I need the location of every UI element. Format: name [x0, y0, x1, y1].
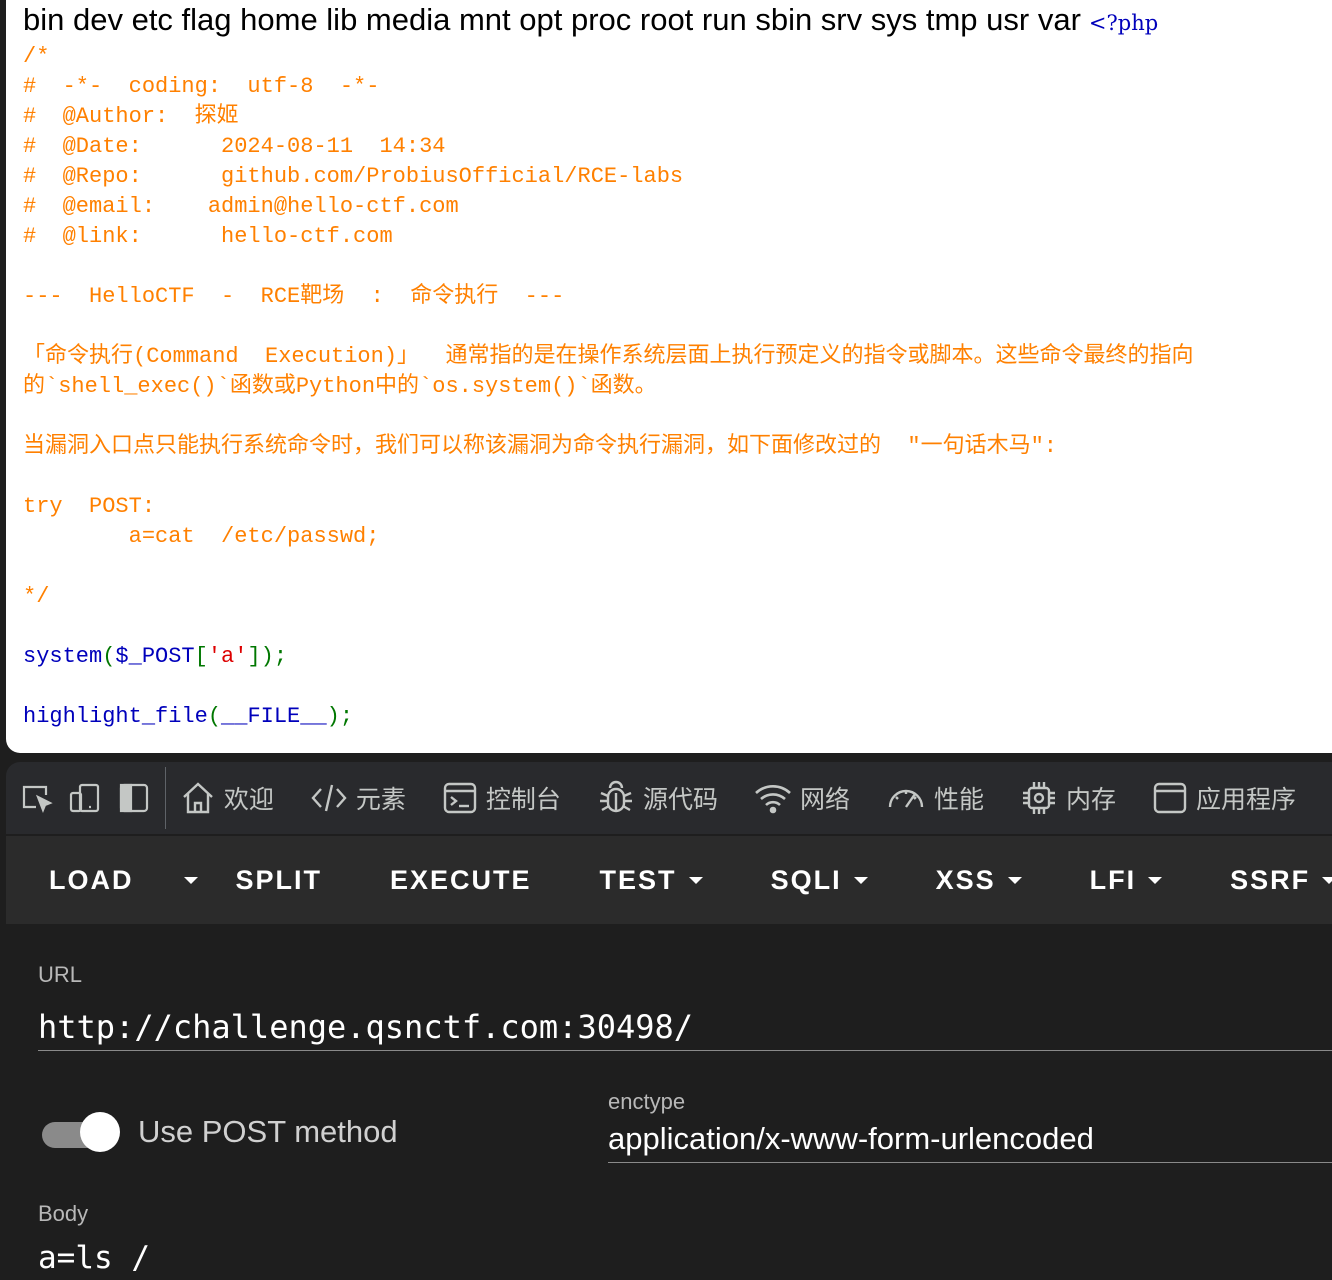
tab-welcome[interactable]: 欢迎: [180, 780, 274, 816]
source-line: a=cat /etc/passwd;: [23, 524, 380, 549]
tab-label: 内存: [1065, 785, 1116, 814]
source-line: # @Date: 2024-08-11 14:34: [23, 134, 446, 159]
tab-label: 应用程序: [1196, 785, 1297, 814]
tab-application[interactable]: 应用程序: [1152, 780, 1296, 816]
inspect-icon[interactable]: [20, 779, 54, 817]
code-icon: [311, 784, 347, 812]
tab-elements[interactable]: 元素: [310, 780, 406, 816]
lfi-menu-button[interactable]: LFI: [1090, 865, 1163, 896]
source-line: # @email: admin@hello-ctf.com: [23, 194, 459, 219]
caret-down-icon: [1007, 876, 1022, 884]
caret-down-icon: [688, 876, 703, 884]
constant-name: __FILE__: [221, 704, 327, 729]
ls-output-text: bin dev etc flag home lib media mnt opt …: [23, 2, 1081, 37]
test-label: TEST: [599, 864, 677, 895]
post-method-toggle[interactable]: [42, 1112, 120, 1152]
application-icon: [1153, 782, 1187, 814]
toggle-knob: [80, 1112, 120, 1152]
source-line: try POST:: [23, 494, 156, 519]
source-line: 「命令执行(Command Execution)」 通常指的是在操作系统层面上执…: [23, 344, 1194, 369]
lfi-label: LFI: [1089, 864, 1137, 895]
source-line: 当漏洞入口点只能执行系统命令时，我们可以称该漏洞为命令执行漏洞，如下面修改过的 …: [23, 434, 1058, 459]
tab-label: 网络: [799, 785, 850, 814]
device-toolbar-icon[interactable]: [68, 779, 102, 817]
variable-name: $_POST: [115, 644, 195, 669]
load-button[interactable]: LOAD: [49, 865, 134, 896]
post-method-label: Use POST method: [138, 1114, 398, 1149]
source-line: # @link: hello-ctf.com: [23, 224, 393, 249]
ssrf-label: SSRF: [1230, 864, 1311, 895]
source-line: # @Repo: github.com/ProbiusOfficial/RCE-…: [23, 164, 684, 189]
dock-side-icon[interactable]: [117, 779, 151, 817]
paren-open: (: [207, 704, 222, 729]
tab-console[interactable]: 控制台: [442, 780, 561, 816]
tab-label: 控制台: [485, 785, 561, 814]
source-line: 的`shell_exec()`函数或Python中的`os.system()`函…: [23, 374, 657, 399]
bug-icon: [599, 780, 632, 813]
enctype-label: enctype: [608, 1089, 686, 1114]
string-key: 'a': [207, 644, 248, 669]
tab-label: 欢迎: [223, 785, 274, 814]
chip-icon: [1022, 782, 1055, 814]
tab-performance[interactable]: 性能: [886, 780, 984, 816]
bracket-open: [: [194, 644, 208, 669]
caret-down-icon: [1148, 876, 1163, 884]
bracket-close: ]: [247, 644, 261, 669]
function-name: system: [23, 644, 103, 669]
url-label: URL: [38, 962, 83, 987]
xss-label: XSS: [935, 864, 996, 895]
tab-label: 源代码: [642, 785, 718, 814]
home-icon: [183, 782, 213, 814]
split-button[interactable]: SPLIT: [236, 865, 323, 896]
source-line: # -*- coding: utf-8 -*-: [23, 74, 380, 99]
url-input[interactable]: http://challenge.qsnctf.com:30498/: [38, 1004, 1332, 1051]
load-dropdown-button[interactable]: [172, 876, 198, 884]
hackbar-form: URL http://challenge.qsnctf.com:30498/ U…: [6, 924, 1332, 1277]
wifi-icon: [755, 785, 791, 814]
body-input[interactable]: a=ls /: [38, 1236, 150, 1280]
xss-menu-button[interactable]: XSS: [936, 865, 1022, 896]
source-line: /*: [23, 44, 50, 69]
paren-open: (: [102, 644, 116, 669]
php-open-tag: <?php: [1088, 11, 1159, 35]
paren-close: );: [326, 704, 354, 729]
body-label: Body: [38, 1201, 89, 1226]
caret-down-icon: [1322, 876, 1332, 884]
code-system-line: system($_POST['a']);: [23, 642, 287, 672]
toolbar-divider: [164, 767, 166, 829]
source-line: --- HelloCTF - RCE靶场 : 命令执行 ---: [23, 284, 565, 309]
gauge-icon: [888, 789, 924, 808]
devtools-tab-bar: 欢迎 元素 控制台 源代码 网络 性能 内存 应用程序: [6, 762, 1332, 834]
tab-label: 性能: [933, 785, 984, 814]
tab-label: 元素: [355, 785, 406, 814]
caret-down-icon: [183, 876, 198, 884]
tab-memory[interactable]: 内存: [1020, 779, 1116, 817]
console-icon: [443, 782, 477, 814]
execute-button[interactable]: EXECUTE: [390, 865, 532, 896]
hackbar-toolbar: LOAD SPLIT EXECUTE TEST SQLI XSS LFI SSR…: [6, 836, 1332, 924]
test-menu-button[interactable]: TEST: [600, 865, 703, 896]
sqli-label: SQLI: [770, 864, 842, 895]
code-highlight-line: highlight_file(__FILE__);: [23, 702, 353, 732]
ssrf-menu-button[interactable]: SSRF: [1230, 865, 1332, 896]
tab-network[interactable]: 网络: [754, 780, 850, 816]
sqli-menu-button[interactable]: SQLI: [771, 865, 868, 896]
paren-close: );: [260, 644, 288, 669]
caret-down-icon: [853, 876, 868, 884]
enctype-select[interactable]: application/x-www-form-urlencoded: [608, 1120, 1332, 1163]
source-line: # @Author: 探姬: [23, 104, 239, 129]
page-content: bin dev etc flag home lib media mnt opt …: [6, 0, 1332, 753]
command-output: bin dev etc flag home lib media mnt opt …: [23, 0, 1158, 43]
tab-sources[interactable]: 源代码: [597, 779, 718, 817]
source-line: */: [23, 584, 50, 609]
function-name: highlight_file: [23, 704, 208, 729]
